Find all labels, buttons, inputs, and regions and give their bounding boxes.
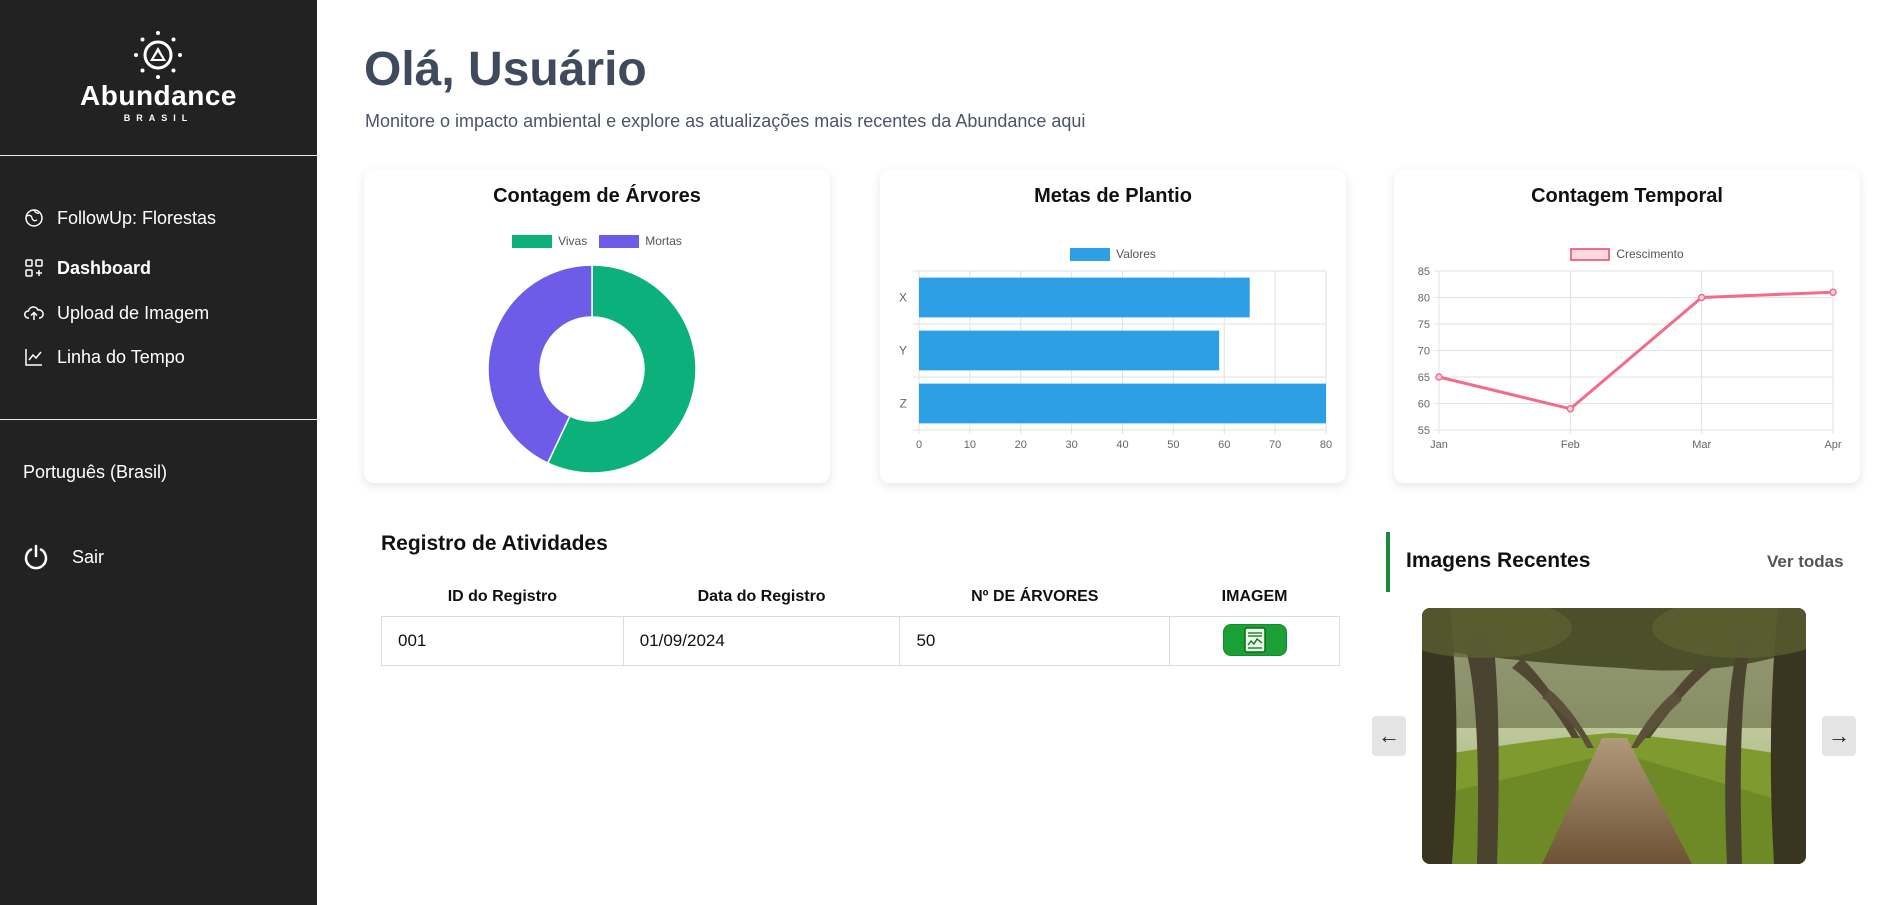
view-image-button[interactable]: [1222, 623, 1287, 656]
x-tick-label: 10: [964, 439, 976, 451]
bar-chart: 0 10 20 30 40 50 60 70 80 X Y Z: [899, 270, 1332, 451]
x-tick-label: 30: [1066, 439, 1078, 451]
bar: [919, 330, 1220, 371]
page-title: Olá, Usuário: [364, 43, 647, 96]
language-selector[interactable]: Português (Brasil): [23, 462, 167, 483]
temporal-count-card: Contagem Temporal Crescimento 55 60 65 70 75…: [1394, 170, 1860, 483]
activity-table: ID do Registro Data do Registro Nº DE ÁR…: [381, 578, 1340, 666]
line-chart: 55 60 65 70 75 80 85 Jan Feb Mar Apr: [1418, 266, 1842, 451]
sidebar-item-label: Dashboard: [57, 257, 152, 278]
recent-images-title: Imagens Recentes: [1406, 549, 1591, 572]
planting-goals-card: Metas de Plantio Valores 0 10 20 30 40 50 60 70…: [880, 170, 1346, 483]
section-accent: [1386, 532, 1390, 592]
sidebar-item-timeline[interactable]: Linha do Tempo: [23, 342, 185, 372]
sidebar-item-label: Upload de Imagem: [57, 302, 210, 323]
sidebar-item-followup[interactable]: FollowUp: Florestas: [23, 203, 216, 233]
y-tick-label: 55: [1418, 425, 1430, 437]
see-all-link[interactable]: Ver todas: [1767, 552, 1844, 572]
activity-title: Registro de Atividades: [381, 532, 608, 555]
x-tick-label: Apr: [1824, 439, 1841, 451]
bar: [919, 277, 1250, 318]
line-chart-icon: [23, 346, 45, 368]
column-header: Data do Registro: [697, 587, 826, 605]
x-tick-label: Mar: [1692, 439, 1711, 451]
data-point: [1829, 288, 1837, 296]
x-tick-label: 20: [1015, 439, 1027, 451]
brand-name: Abundance: [80, 80, 237, 111]
sidebar-item-upload[interactable]: Upload de Imagem: [23, 298, 209, 328]
y-tick-label: Y: [899, 344, 907, 358]
logout-button[interactable]: Sair: [22, 543, 104, 571]
carousel-next-button[interactable]: →: [1822, 716, 1856, 756]
y-tick-label: 80: [1418, 293, 1430, 305]
sidebar-item-label: Linha do Tempo: [57, 346, 185, 367]
data-point: [1435, 373, 1443, 381]
divider: [0, 155, 317, 156]
cloud-upload-icon: [23, 302, 45, 324]
page-subtitle: Monitore o impacto ambiental e explore a…: [365, 111, 1086, 131]
globe-icon: [23, 207, 45, 229]
donut-chart: [487, 264, 697, 474]
logout-label: Sair: [72, 546, 105, 567]
document-chart-icon: [1243, 626, 1266, 653]
y-tick-label: 70: [1418, 346, 1430, 358]
tree-count-card: Contagem de Árvores Vivas Mortas: [364, 170, 830, 483]
table-row[interactable]: 001 01/09/2024 50: [381, 615, 1340, 666]
cell-image: [1169, 615, 1340, 666]
x-tick-label: 40: [1116, 439, 1128, 451]
y-tick-label: 75: [1418, 319, 1430, 331]
y-tick-label: X: [899, 291, 907, 305]
column-header: Nº DE ÁRVORES: [971, 587, 1099, 605]
x-tick-label: 80: [1320, 439, 1332, 451]
sidebar-item-dashboard[interactable]: Dashboard: [23, 253, 151, 283]
bar: [919, 383, 1326, 424]
x-tick-label: 60: [1218, 439, 1230, 451]
power-icon: [24, 544, 48, 570]
column-header: ID do Registro: [447, 587, 558, 605]
x-tick-label: 70: [1269, 439, 1281, 451]
x-tick-label: 50: [1167, 439, 1179, 451]
carousel-prev-button[interactable]: ←: [1372, 716, 1406, 756]
data-point: [1697, 293, 1706, 302]
y-tick-label: 85: [1418, 266, 1430, 278]
forest-road-image: [1422, 608, 1806, 864]
y-tick-label: 60: [1418, 399, 1430, 411]
cell-trees: 50: [899, 615, 1171, 666]
sidebar-item-label: FollowUp: Florestas: [57, 207, 217, 228]
table-header-row: ID do Registro Data do Registro Nº DE ÁR…: [382, 578, 1340, 616]
brand-sub: BRASIL: [123, 113, 194, 123]
y-tick-label: 65: [1418, 372, 1430, 384]
recent-image[interactable]: [1422, 608, 1806, 864]
x-tick-label: 0: [916, 439, 922, 451]
cell-id: 001: [381, 615, 624, 666]
logo: Abundance BRASIL: [0, 0, 317, 154]
dashboard-icon: [23, 257, 45, 279]
app: Abundance BRASIL FollowUp: Florestas Das…: [0, 0, 1901, 905]
data-point: [1566, 405, 1575, 413]
cell-date: 01/09/2024: [622, 615, 901, 666]
x-tick-label: Feb: [1561, 439, 1580, 451]
sidebar: Abundance BRASIL FollowUp: Florestas Das…: [0, 0, 317, 905]
y-tick-label: Z: [900, 397, 907, 411]
x-tick-label: Jan: [1430, 439, 1448, 451]
divider: [0, 419, 317, 420]
sun-logo-icon: [134, 31, 182, 79]
column-header: IMAGEM: [1221, 587, 1288, 605]
